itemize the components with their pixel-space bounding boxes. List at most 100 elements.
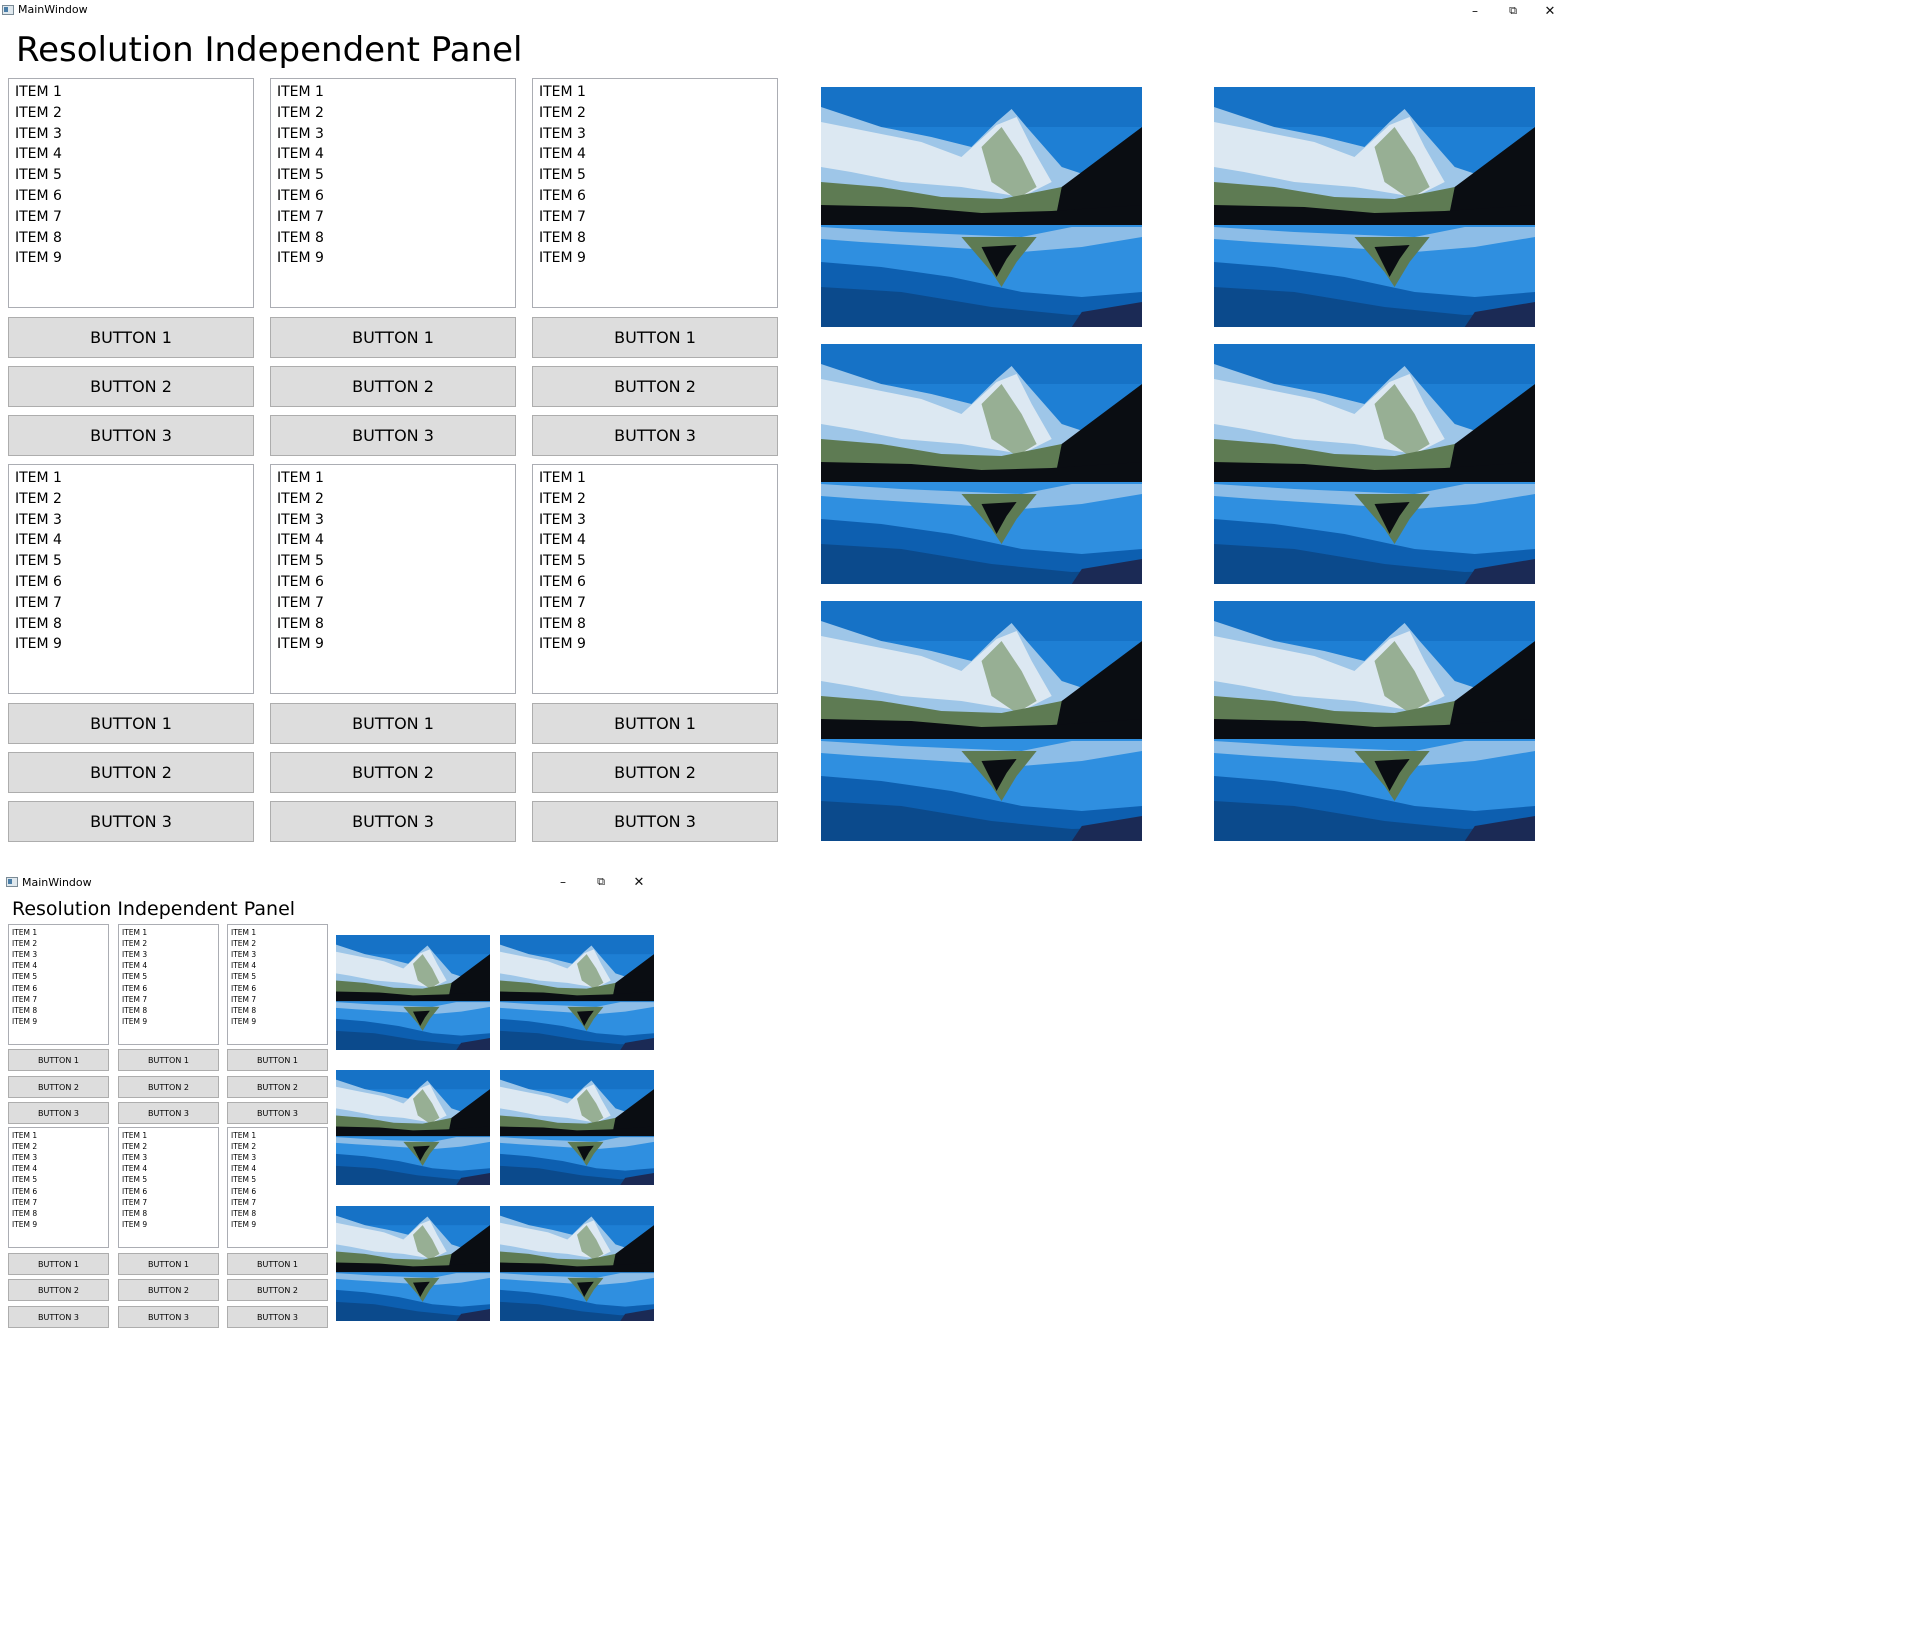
button-2[interactable]: BUTTON 2 — [8, 1279, 109, 1301]
listbox-2-2[interactable]: ITEM 1 ITEM 2 ITEM 3 ITEM 4 ITEM 5 ITEM 6 ITEM… — [118, 1127, 219, 1248]
list-item[interactable]: ITEM 2 — [12, 939, 37, 948]
list-item[interactable]: ITEM 7 — [12, 1198, 37, 1207]
list-item[interactable]: ITEM 5 — [122, 1175, 147, 1184]
list-item[interactable]: ITEM 4 — [15, 532, 62, 548]
list-item[interactable]: ITEM 2 — [539, 491, 586, 507]
list-item[interactable]: ITEM 2 — [231, 1142, 256, 1151]
list-item[interactable]: ITEM 4 — [539, 146, 586, 162]
list-item[interactable]: ITEM 9 — [122, 1220, 147, 1229]
list-item[interactable]: ITEM 3 — [12, 1153, 37, 1162]
list-item[interactable]: ITEM 3 — [277, 512, 324, 528]
list-item[interactable]: ITEM 3 — [15, 126, 62, 142]
list-item[interactable]: ITEM 8 — [277, 616, 324, 632]
list-item[interactable]: ITEM 1 — [15, 84, 62, 100]
list-item[interactable]: ITEM 9 — [15, 250, 62, 266]
list-item[interactable]: ITEM 1 — [231, 1131, 256, 1140]
list-item[interactable]: ITEM 1 — [539, 84, 586, 100]
list-item[interactable]: ITEM 7 — [231, 995, 256, 1004]
listbox-1-3[interactable]: ITEM 1 ITEM 2 ITEM 3 ITEM 4 ITEM 5 ITEM 6 ITEM… — [532, 78, 778, 308]
list-item[interactable]: ITEM 6 — [15, 188, 62, 204]
list-item[interactable]: ITEM 1 — [12, 1131, 37, 1140]
list-item[interactable]: ITEM 2 — [12, 1142, 37, 1151]
list-item[interactable]: ITEM 1 — [539, 470, 586, 486]
list-item[interactable]: ITEM 8 — [122, 1006, 147, 1015]
button-2[interactable]: BUTTON 2 — [118, 1076, 219, 1098]
list-item[interactable]: ITEM 9 — [539, 636, 586, 652]
list-item[interactable]: ITEM 5 — [122, 972, 147, 981]
list-item[interactable]: ITEM 1 — [15, 470, 62, 486]
list-item[interactable]: ITEM 6 — [15, 574, 62, 590]
list-item[interactable]: ITEM 5 — [277, 167, 324, 183]
list-item[interactable]: ITEM 8 — [539, 616, 586, 632]
list-item[interactable]: ITEM 9 — [231, 1220, 256, 1229]
list-item[interactable]: ITEM 2 — [15, 491, 62, 507]
button-3[interactable]: BUTTON 3 — [227, 1306, 328, 1328]
button-2[interactable]: BUTTON 2 — [532, 366, 778, 407]
listbox-2-1[interactable]: ITEM 1 ITEM 2 ITEM 3 ITEM 4 ITEM 5 ITEM 6 ITEM… — [8, 1127, 109, 1248]
listbox-2-3[interactable]: ITEM 1 ITEM 2 ITEM 3 ITEM 4 ITEM 5 ITEM 6 ITEM… — [532, 464, 778, 694]
list-item[interactable]: ITEM 8 — [539, 230, 586, 246]
list-item[interactable]: ITEM 4 — [12, 961, 37, 970]
list-item[interactable]: ITEM 8 — [122, 1209, 147, 1218]
list-item[interactable]: ITEM 3 — [122, 1153, 147, 1162]
list-item[interactable]: ITEM 7 — [122, 1198, 147, 1207]
button-3[interactable]: BUTTON 3 — [118, 1102, 219, 1124]
list-item[interactable]: ITEM 7 — [231, 1198, 256, 1207]
list-item[interactable]: ITEM 9 — [12, 1017, 37, 1026]
list-item[interactable]: ITEM 2 — [231, 939, 256, 948]
list-item[interactable]: ITEM 7 — [122, 995, 147, 1004]
list-item[interactable]: ITEM 6 — [231, 984, 256, 993]
list-item[interactable]: ITEM 3 — [12, 950, 37, 959]
list-item[interactable]: ITEM 7 — [277, 595, 324, 611]
list-item[interactable]: ITEM 7 — [539, 595, 586, 611]
list-item[interactable]: ITEM 9 — [231, 1017, 256, 1026]
list-item[interactable]: ITEM 5 — [277, 553, 324, 569]
button-2[interactable]: BUTTON 2 — [8, 1076, 109, 1098]
button-2[interactable]: BUTTON 2 — [532, 752, 778, 793]
button-1[interactable]: BUTTON 1 — [8, 703, 254, 744]
button-1[interactable]: BUTTON 1 — [227, 1049, 328, 1071]
list-item[interactable]: ITEM 3 — [231, 950, 256, 959]
list-item[interactable]: ITEM 7 — [15, 595, 62, 611]
list-item[interactable]: ITEM 7 — [12, 995, 37, 1004]
list-item[interactable]: ITEM 5 — [15, 553, 62, 569]
list-item[interactable]: ITEM 9 — [15, 636, 62, 652]
list-item[interactable]: ITEM 8 — [231, 1006, 256, 1015]
button-2[interactable]: BUTTON 2 — [227, 1076, 328, 1098]
button-1[interactable]: BUTTON 1 — [532, 703, 778, 744]
listbox-1-2[interactable]: ITEM 1 ITEM 2 ITEM 3 ITEM 4 ITEM 5 ITEM 6 ITEM… — [118, 924, 219, 1045]
list-item[interactable]: ITEM 3 — [539, 512, 586, 528]
list-item[interactable]: ITEM 8 — [277, 230, 324, 246]
button-2[interactable]: BUTTON 2 — [270, 366, 516, 407]
list-item[interactable]: ITEM 9 — [12, 1220, 37, 1229]
list-item[interactable]: ITEM 5 — [539, 553, 586, 569]
list-item[interactable]: ITEM 4 — [231, 961, 256, 970]
list-item[interactable]: ITEM 4 — [231, 1164, 256, 1173]
list-item[interactable]: ITEM 1 — [277, 84, 324, 100]
list-item[interactable]: ITEM 2 — [122, 939, 147, 948]
listbox-1-3[interactable]: ITEM 1 ITEM 2 ITEM 3 ITEM 4 ITEM 5 ITEM 6 ITEM… — [227, 924, 328, 1045]
listbox-2-1[interactable]: ITEM 1 ITEM 2 ITEM 3 ITEM 4 ITEM 5 ITEM 6 ITEM… — [8, 464, 254, 694]
button-2[interactable]: BUTTON 2 — [227, 1279, 328, 1301]
list-item[interactable]: ITEM 4 — [277, 532, 324, 548]
list-item[interactable]: ITEM 6 — [12, 1187, 37, 1196]
list-item[interactable]: ITEM 6 — [231, 1187, 256, 1196]
list-item[interactable]: ITEM 5 — [539, 167, 586, 183]
button-1[interactable]: BUTTON 1 — [270, 703, 516, 744]
list-item[interactable]: ITEM 1 — [122, 928, 147, 937]
list-item[interactable]: ITEM 2 — [277, 491, 324, 507]
list-item[interactable]: ITEM 4 — [122, 1164, 147, 1173]
window-2-minimize-button[interactable]: – — [544, 872, 582, 892]
list-item[interactable]: ITEM 8 — [12, 1006, 37, 1015]
window-2-close-button[interactable]: ✕ — [620, 872, 658, 892]
list-item[interactable]: ITEM 9 — [277, 250, 324, 266]
list-item[interactable]: ITEM 4 — [12, 1164, 37, 1173]
list-item[interactable]: ITEM 7 — [277, 209, 324, 225]
list-item[interactable]: ITEM 5 — [12, 972, 37, 981]
listbox-1-2[interactable]: ITEM 1 ITEM 2 ITEM 3 ITEM 4 ITEM 5 ITEM 6 ITEM… — [270, 78, 516, 308]
list-item[interactable]: ITEM 3 — [277, 126, 324, 142]
list-item[interactable]: ITEM 7 — [15, 209, 62, 225]
list-item[interactable]: ITEM 5 — [15, 167, 62, 183]
button-3[interactable]: BUTTON 3 — [118, 1306, 219, 1328]
button-2[interactable]: BUTTON 2 — [8, 366, 254, 407]
